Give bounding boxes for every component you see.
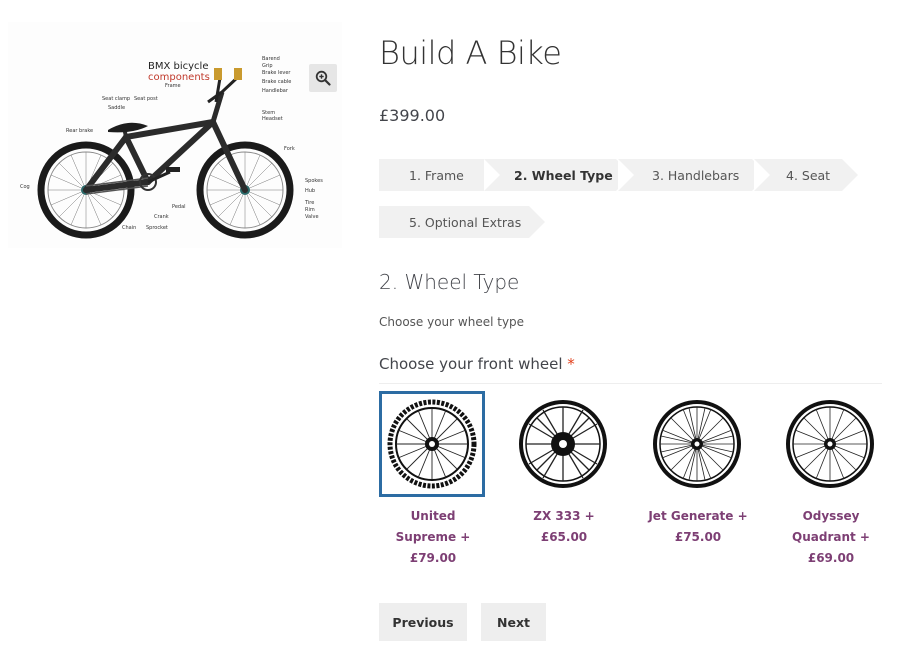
wheel-name: Odyssey <box>802 509 860 523</box>
step-label: 4. Seat <box>786 167 831 183</box>
bmx-diagram-image <box>37 68 294 239</box>
label-spokes: Spokes <box>305 178 323 184</box>
section-title: 2. Wheel Type <box>379 270 520 294</box>
section-description: Choose your wheel type <box>379 315 525 329</box>
next-button[interactable]: Next <box>481 603 546 641</box>
label-rim: Rim <box>305 207 315 213</box>
step-label: 2. Wheel Type <box>514 167 613 183</box>
step-optional-extras[interactable]: 5. Optional Extras <box>379 206 545 238</box>
label-grip: Grip <box>262 63 273 69</box>
wheel-icon <box>653 400 741 488</box>
diagram-title: BMX bicycle <box>148 61 209 72</box>
wheel-name: ZX 333 + £65.00 <box>533 509 595 544</box>
wheel-icon <box>387 399 477 489</box>
wheel-option-caption: Odyssey Quadrant + £69.00 <box>777 506 885 569</box>
label-hub: Hub <box>305 188 316 194</box>
wheel-option-odyssey-quadrant[interactable]: Odyssey Quadrant + £69.00 <box>777 391 885 569</box>
wheel-price: £79.00 <box>409 551 457 565</box>
step-frame[interactable]: 1. Frame <box>379 159 500 191</box>
wheel-option-caption: Jet Generate + £75.00 <box>644 506 752 548</box>
diagram-subtitle: components <box>148 72 210 83</box>
wheel-name: Jet Generate + <box>648 509 748 523</box>
previous-button[interactable]: Previous <box>379 603 467 641</box>
wheel-option-zx-333[interactable]: ZX 333 + £65.00 <box>510 391 618 548</box>
label-brake-lever: Brake lever <box>262 70 291 76</box>
wheel-icon <box>786 400 874 488</box>
zoom-button[interactable] <box>309 64 337 92</box>
wheel-name: United Supreme + <box>395 509 471 544</box>
label-crank: Crank <box>154 214 169 220</box>
wheel-option-jet-generate[interactable]: Jet Generate + £75.00 <box>644 391 752 548</box>
step-seat[interactable]: 4. Seat <box>754 159 858 191</box>
wheel-option-caption: ZX 333 + £65.00 <box>510 506 618 548</box>
label-barend: Barend <box>262 56 280 62</box>
step-handlebars[interactable]: 3. Handlebars <box>618 159 768 191</box>
label-sprocket: Sprocket <box>146 225 168 231</box>
label-brake-cable: Brake cable <box>262 79 292 85</box>
wheel-thumbnail <box>777 391 883 497</box>
wheel-thumbnail <box>510 391 616 497</box>
label-pedal: Pedal <box>172 204 186 210</box>
wheel-name: Quadrant + <box>792 530 870 544</box>
label-headset: Headset <box>262 116 283 122</box>
magnifier-plus-icon <box>315 70 331 86</box>
divider <box>379 383 882 384</box>
field-label-text: Choose your front wheel <box>379 355 563 373</box>
label-fork: Fork <box>284 146 295 152</box>
front-wheel-label: Choose your front wheel * <box>379 355 575 373</box>
wheel-thumbnail <box>379 391 485 497</box>
label-tire: Tire <box>305 200 315 206</box>
step-label: 1. Frame <box>409 167 464 183</box>
wheel-price: £75.00 <box>674 530 722 544</box>
label-cog: Cog <box>20 184 30 190</box>
label-frame: Frame <box>165 83 181 89</box>
label-seat-post: Seat post <box>134 96 158 102</box>
wheel-option-united-supreme[interactable]: United Supreme + £79.00 <box>379 391 487 569</box>
step-label: 5. Optional Extras <box>409 214 522 230</box>
label-handlebar: Handlebar <box>262 88 288 94</box>
step-wheel-type[interactable]: 2. Wheel Type <box>484 159 632 191</box>
label-saddle: Saddle <box>108 105 126 111</box>
product-title: Build A Bike <box>379 34 562 72</box>
step-label: 3. Handlebars <box>652 167 740 183</box>
product-gallery: BMX bicycle components Barend Grip Brake… <box>8 22 342 248</box>
label-rear-brake: Rear brake <box>66 128 94 134</box>
label-seat-clamp: Seat clamp <box>102 96 131 102</box>
label-valve: Valve <box>305 214 319 220</box>
product-price: £399.00 <box>379 106 446 125</box>
wheel-price: £69.00 <box>807 551 855 565</box>
label-chain: Chain <box>122 225 137 231</box>
wheel-thumbnail <box>644 391 750 497</box>
wheel-icon <box>519 400 607 488</box>
required-mark: * <box>567 355 575 373</box>
wheel-option-caption: United Supreme + £79.00 <box>379 506 487 569</box>
